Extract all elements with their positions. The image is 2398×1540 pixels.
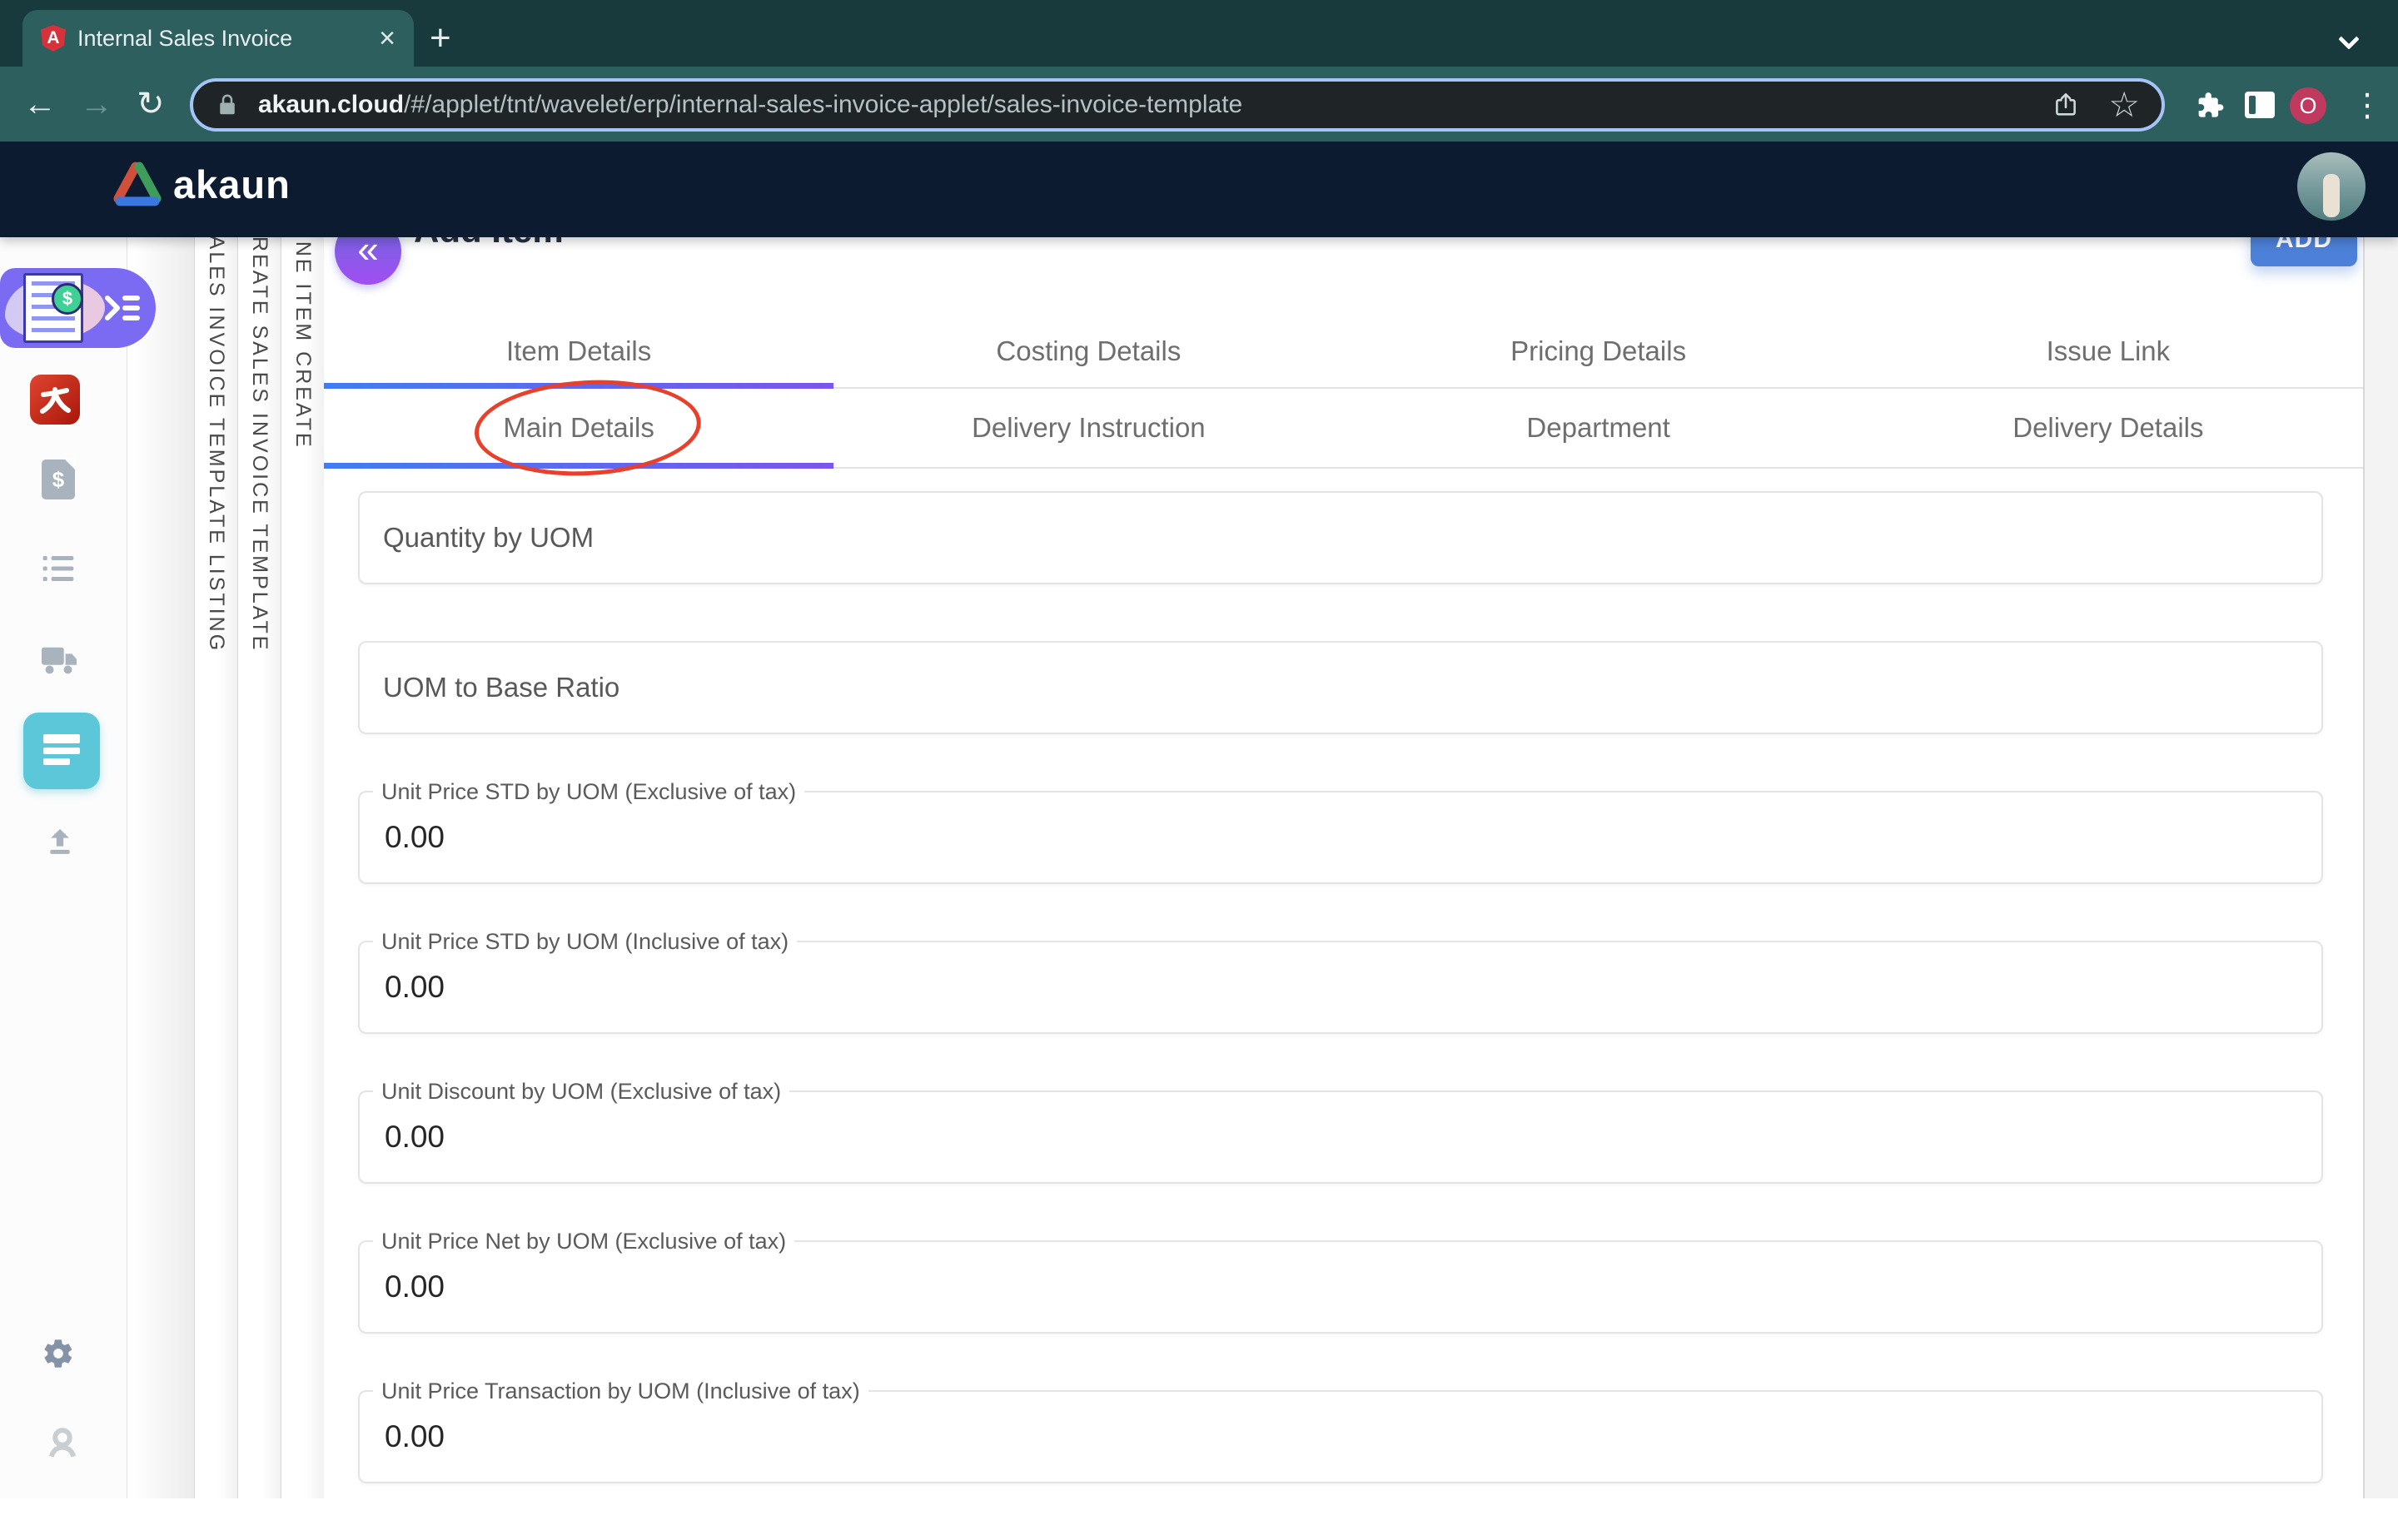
tab-label: Issue Link xyxy=(2047,335,2171,367)
form-field-input[interactable]: Unit Price STD by UOM (Exclusive of tax)… xyxy=(358,791,2323,884)
collapsed-panel-tab[interactable]: LINE ITEM CREATE xyxy=(281,237,324,1498)
akaun-triangle-icon xyxy=(110,160,165,208)
invoice-lines-icon xyxy=(43,734,80,768)
field-label: Unit Discount by UOM (Exclusive of tax) xyxy=(373,1079,789,1104)
logo-text: akaun xyxy=(173,161,291,207)
share-icon[interactable] xyxy=(2052,90,2080,120)
back-button[interactable]: ← xyxy=(23,86,57,122)
tab-label: Item Details xyxy=(506,335,651,367)
form-field-input[interactable]: UOM to Base Ratio xyxy=(358,641,2323,734)
new-tab-button[interactable]: + xyxy=(430,22,451,55)
field-value: 0.00 xyxy=(385,970,445,1005)
akaun-logo: akaun xyxy=(110,160,291,208)
form-field-input[interactable]: Unit Price STD by UOM (Inclusive of tax)… xyxy=(358,941,2323,1034)
tab[interactable]: Costing Details xyxy=(833,329,1343,387)
url-text: akaun.cloud/#/applet/tnt/wavelet/erp/int… xyxy=(258,91,2035,119)
user-avatar[interactable] xyxy=(2297,152,2366,221)
field-label: Unit Price STD by UOM (Exclusive of tax) xyxy=(373,779,804,804)
browser-chrome: A Internal Sales Invoice × + ← → ↻ akaun… xyxy=(0,0,2398,142)
field-label: Unit Price Transaction by UOM (Inclusive… xyxy=(373,1379,868,1403)
sidebar-item-billing-doc[interactable]: $ xyxy=(42,460,75,499)
tab[interactable]: Pricing Details xyxy=(1344,329,1853,387)
app-header: akaun xyxy=(0,142,2398,237)
subtab-label: Delivery Details xyxy=(2012,412,2203,444)
tabs-row: Item Details Costing Details Pricing Det… xyxy=(324,329,2363,389)
collapse-menu-icon[interactable] xyxy=(104,291,142,325)
field-label: Unit Price Net by UOM (Exclusive of tax) xyxy=(373,1229,794,1254)
subtab-label: Main Details xyxy=(503,412,654,444)
person-icon xyxy=(45,1425,80,1462)
field-label: Quantity by UOM xyxy=(383,522,594,554)
field-value: 0.00 xyxy=(385,820,445,855)
active-tab-underline xyxy=(324,383,833,389)
form-field-input[interactable]: Unit Price Net by UOM (Exclusive of tax)… xyxy=(358,1240,2323,1334)
browser-profile-avatar[interactable]: O xyxy=(2290,87,2326,124)
main-content: « Add Item ADD Item Details Costing Deta… xyxy=(324,237,2363,1498)
url-path: /#/applet/tnt/wavelet/erp/internal-sales… xyxy=(404,91,1242,118)
sidebar-item-sales-invoice-active[interactable] xyxy=(23,713,100,789)
subtab-label: Delivery Instruction xyxy=(972,412,1206,444)
sidebar-item-upload[interactable] xyxy=(43,824,77,857)
field-value: 0.00 xyxy=(385,1269,445,1304)
dollar-coin-icon: $ xyxy=(52,283,83,315)
extensions-puzzle-icon[interactable] xyxy=(2193,90,2225,122)
field-label: Unit Price STD by UOM (Inclusive of tax) xyxy=(373,929,797,954)
address-bar[interactable]: akaun.cloud/#/applet/tnt/wavelet/erp/int… xyxy=(190,78,2165,132)
tab[interactable]: Item Details xyxy=(324,329,833,387)
sidebar-item-red-app[interactable] xyxy=(30,375,80,425)
field-label: UOM to Base Ratio xyxy=(383,672,619,703)
bookmark-star-icon[interactable]: ☆ xyxy=(2108,87,2140,122)
gear-icon xyxy=(42,1337,75,1370)
field-value: 0.00 xyxy=(385,1120,445,1155)
upload-icon xyxy=(43,824,77,857)
reload-button[interactable]: ↻ xyxy=(137,86,165,122)
truck-icon xyxy=(40,643,78,678)
subtab[interactable]: Delivery Instruction xyxy=(833,389,1343,467)
subtab-label: Department xyxy=(1526,412,1669,444)
form-field-input[interactable]: Quantity by UOM xyxy=(358,491,2323,584)
form-field-input[interactable]: Unit Price Transaction by UOM (Inclusive… xyxy=(358,1390,2323,1483)
browser-menu-icon[interactable]: ⋮ xyxy=(2351,87,2383,124)
collapsed-panel-tab[interactable]: CREATE SALES INVOICE TEMPLATE xyxy=(237,237,281,1498)
form-fields: Quantity by UOM UOM to Base Ratio Unit P… xyxy=(358,491,2323,1540)
collapsed-panel-tab[interactable]: SALES INVOICE TEMPLATE LISTING xyxy=(194,237,237,1498)
tab-label: Pricing Details xyxy=(1510,335,1686,367)
sidebar: $ $ xyxy=(0,237,127,1498)
form-field-input[interactable]: Unit Discount by UOM (Exclusive of tax) … xyxy=(358,1090,2323,1184)
tab-search-chevron-icon[interactable] xyxy=(2338,28,2359,49)
tab-label: Costing Details xyxy=(996,335,1181,367)
subtab[interactable]: Delivery Details xyxy=(1853,389,2363,467)
browser-tab[interactable]: A Internal Sales Invoice × xyxy=(22,10,414,67)
tab[interactable]: Issue Link xyxy=(1853,329,2363,387)
lock-icon xyxy=(215,92,240,117)
collapsed-panel-label: CREATE SALES INVOICE TEMPLATE xyxy=(247,237,271,1498)
field-value: 0.00 xyxy=(385,1419,445,1454)
scrollbar-track[interactable] xyxy=(2363,237,2398,1498)
sidebar-item-delivery[interactable] xyxy=(40,643,78,678)
tab-title: Internal Sales Invoice xyxy=(77,26,374,52)
sidebar-item-listing[interactable] xyxy=(42,553,75,584)
collapsed-panels: SALES INVOICE TEMPLATE LISTING CREATE SA… xyxy=(194,237,324,1498)
sidebar-item-profile[interactable] xyxy=(45,1425,80,1462)
collapsed-rail xyxy=(127,237,194,1498)
url-domain: akaun.cloud xyxy=(258,91,404,118)
active-subtab-underline xyxy=(324,463,833,469)
side-panel-icon[interactable] xyxy=(2245,92,2275,118)
angular-favicon-icon: A xyxy=(41,25,66,52)
brush-character-icon xyxy=(37,381,73,418)
collapsed-panel-label: SALES INVOICE TEMPLATE LISTING xyxy=(204,237,228,1498)
list-icon xyxy=(42,553,75,584)
subtabs-row: Main Details Delivery Instruction Depart… xyxy=(324,389,2363,469)
subtab[interactable]: Department xyxy=(1344,389,1853,467)
sidebar-item-settings[interactable] xyxy=(42,1337,75,1370)
close-tab-icon[interactable]: × xyxy=(374,24,400,52)
forward-button[interactable]: → xyxy=(80,86,113,122)
sidebar-item-invoice-applet[interactable]: $ xyxy=(0,268,156,348)
subtab[interactable]: Main Details xyxy=(324,389,833,467)
collapsed-panel-label: LINE ITEM CREATE xyxy=(291,237,315,1498)
